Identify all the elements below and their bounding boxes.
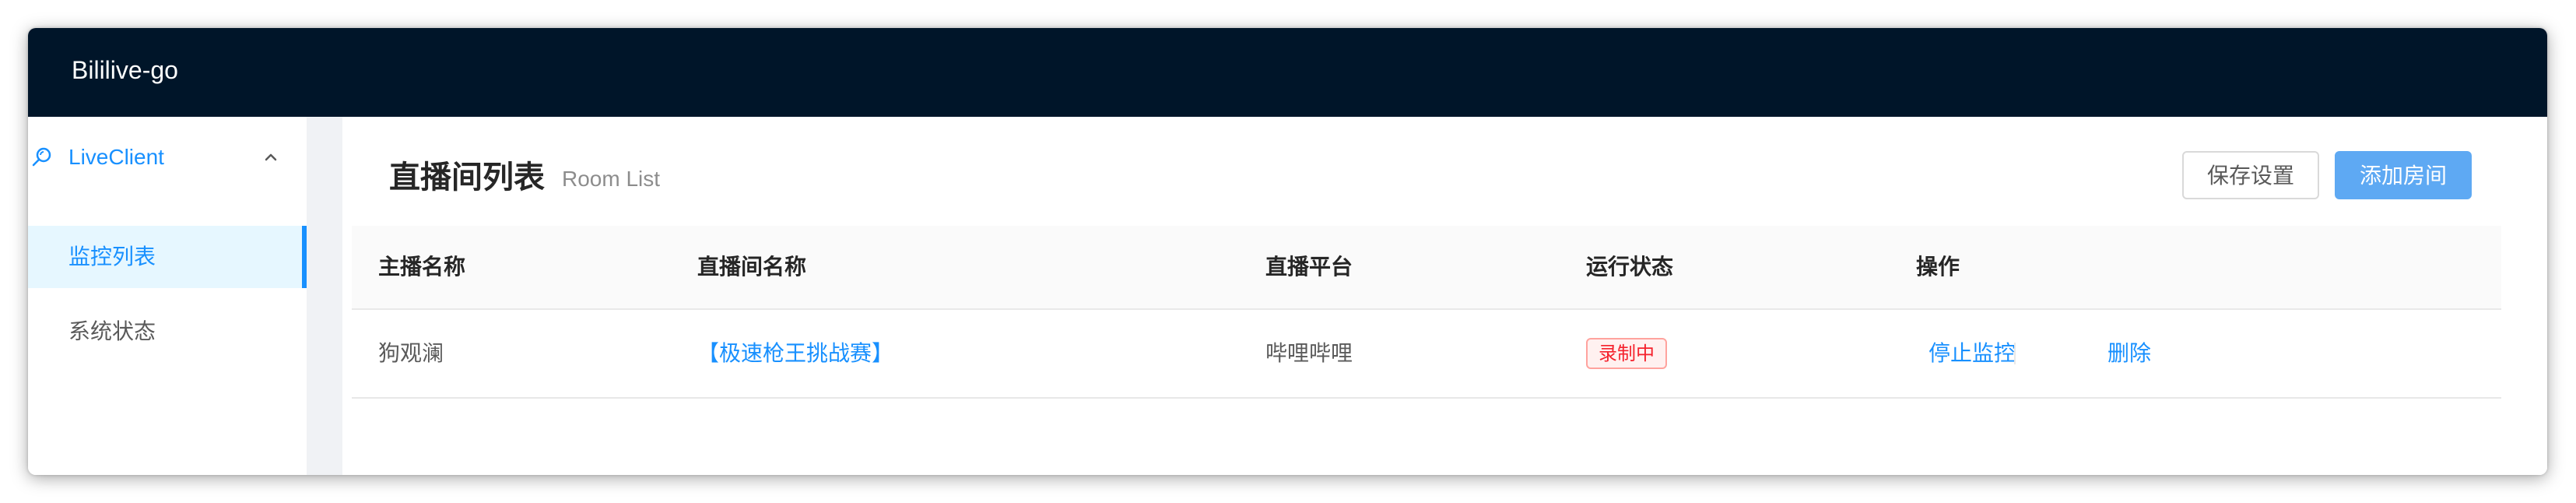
host-name: 狗观澜 [378, 341, 444, 365]
sidebar-item-monitor-list[interactable]: 监控列表 [28, 226, 307, 288]
sidebar-item-label: 系统状态 [68, 319, 156, 343]
stop-monitor-link[interactable]: 停止监控 [1928, 310, 2016, 397]
sidebar-item-system-status[interactable]: 系统状态 [28, 301, 307, 363]
platform-name: 哔哩哔哩 [1265, 341, 1353, 365]
table-header: 主播名称 直播间名称 直播平台 运行状态 操作 [352, 226, 2501, 310]
table-row: 狗观澜 【极速枪王挑战赛】 哔哩哔哩 录制中 停止监控 删除 [352, 310, 2501, 399]
column-header-room[interactable]: 直播间名称 [697, 226, 806, 308]
search-icon [32, 147, 51, 167]
room-name-link[interactable]: 【极速枪王挑战赛】 [697, 310, 893, 397]
sidebar-group-liveclient[interactable]: LiveClient [28, 137, 307, 178]
app-header: Bililive-go [28, 28, 2547, 117]
column-header-actions: 操作 [1916, 255, 1960, 279]
column-header-status[interactable]: 运行状态 [1586, 226, 1673, 308]
column-header-host[interactable]: 主播名称 [378, 226, 465, 308]
chevron-up-icon [265, 153, 277, 161]
page-title: 直播间列表 [389, 160, 545, 195]
page-subtitle: Room List [562, 167, 661, 191]
sidebar: LiveClient 监控列表 系统状态 [28, 117, 307, 475]
delete-link[interactable]: 删除 [2107, 310, 2151, 397]
action-divider [2014, 343, 2016, 364]
status-badge: 录制中 [1586, 338, 1667, 369]
app-title: Bililive-go [72, 56, 178, 84]
sidebar-group-label: LiveClient [68, 145, 164, 169]
column-header-platform[interactable]: 直播平台 [1265, 226, 1353, 308]
sidebar-item-label: 监控列表 [68, 244, 156, 269]
add-room-button[interactable]: 添加房间 [2335, 151, 2472, 199]
save-settings-button[interactable]: 保存设置 [2182, 151, 2319, 199]
